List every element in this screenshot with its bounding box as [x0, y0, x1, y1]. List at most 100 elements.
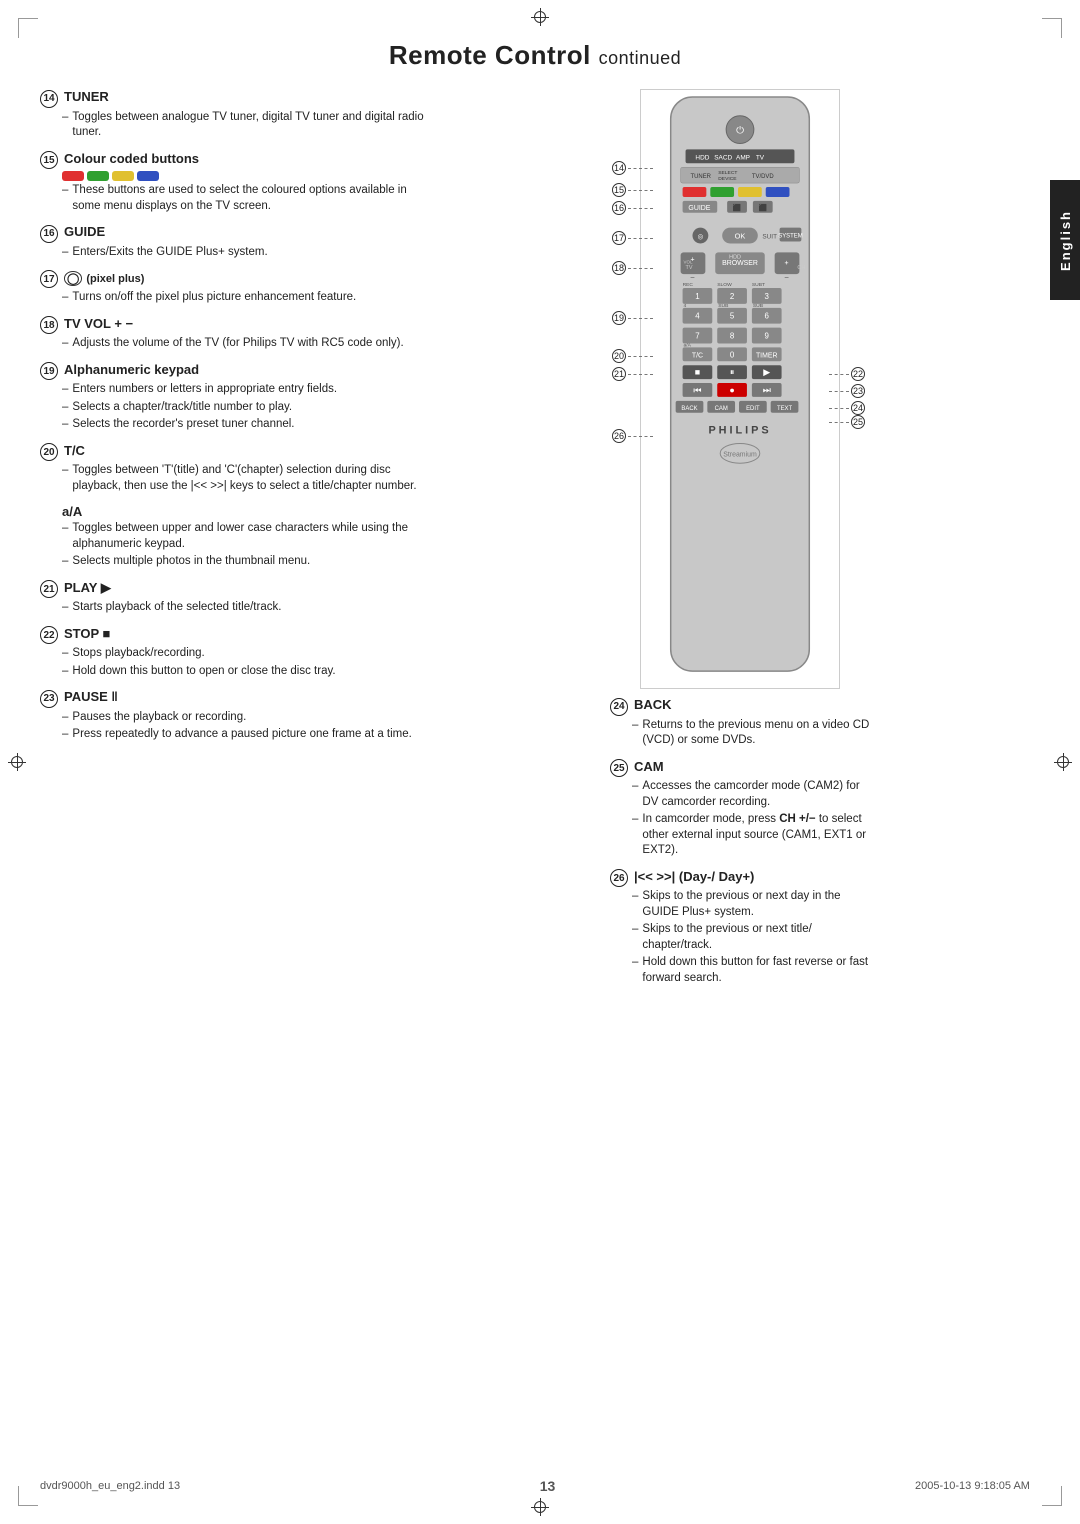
section-24: 24 BACK – Returns to the previous menu o… — [610, 697, 870, 749]
section-18-title: 18 TV VOL + − — [40, 316, 430, 335]
annotation-21: 21 — [612, 367, 653, 381]
corner-mark-br — [1042, 1486, 1062, 1506]
bullet-24-1: – Returns to the previous menu on a vide… — [632, 718, 870, 749]
svg-text:SUB: SUB — [718, 303, 729, 309]
title-23: PAUSE ‖ — [64, 689, 118, 704]
page-content: Remote Control continued 14 TUNER – Togg… — [40, 40, 1030, 1484]
title-15: Colour coded buttons — [64, 151, 199, 166]
svg-text:CH: CH — [797, 265, 805, 271]
svg-text:TIMER: TIMER — [756, 352, 778, 359]
annotation-14: 14 — [612, 161, 653, 175]
svg-text:SUBT: SUBT — [752, 282, 765, 288]
bullet-26-2: – Skips to the previous or next title/ c… — [632, 922, 870, 953]
svg-text:BACK: BACK — [681, 406, 697, 412]
section-20-body: – Toggles between 'T'(title) and 'C'(cha… — [62, 463, 430, 494]
bullet-aA-2: – Selects multiple photos in the thumbna… — [62, 554, 430, 570]
bullet-16-1: – Enters/Exits the GUIDE Plus+ system. — [62, 245, 430, 261]
svg-text:SELECT: SELECT — [718, 170, 737, 176]
svg-text:a/A: a/A — [684, 342, 692, 348]
svg-text:8: 8 — [730, 332, 735, 341]
section-14: 14 TUNER – Toggles between analogue TV t… — [40, 89, 430, 141]
bullet-15-1: – These buttons are used to select the c… — [62, 183, 430, 214]
svg-text:⏸: ⏸ — [730, 367, 734, 377]
svg-text:SACD: SACD — [714, 154, 732, 161]
section-14-body: – Toggles between analogue TV tuner, dig… — [62, 110, 430, 141]
svg-text:SLOW: SLOW — [717, 282, 732, 288]
annotation-26: 26 — [612, 429, 653, 443]
svg-text:0: 0 — [730, 350, 735, 359]
bullet-25-2: – In camcorder mode, press CH +/− to sel… — [632, 812, 870, 859]
annotation-18: 18 — [612, 261, 653, 275]
svg-text:REC: REC — [683, 282, 694, 288]
title-26: |<< >>| (Day-/ Day+) — [634, 869, 754, 884]
num-17: 17 — [40, 270, 58, 288]
svg-text:⬛: ⬛ — [733, 203, 742, 212]
svg-text:HDD: HDD — [729, 254, 741, 260]
english-tab-label: English — [1058, 210, 1073, 271]
corner-mark-bl — [18, 1486, 38, 1506]
section-19-body: – Enters numbers or letters in appropria… — [62, 382, 430, 433]
title-19: Alphanumeric keypad — [64, 362, 199, 377]
colour-buttons — [62, 171, 430, 181]
section-23: 23 PAUSE ‖ – Pauses the playback or reco… — [40, 689, 430, 743]
corner-mark-tl — [18, 18, 38, 38]
svg-text:+: + — [785, 260, 789, 267]
svg-text:OK: OK — [735, 232, 746, 241]
num-18: 18 — [40, 316, 58, 334]
section-17-body: – Turns on/off the pixel plus picture en… — [62, 290, 430, 306]
svg-text:⬛: ⬛ — [758, 203, 767, 212]
reg-mark-top — [531, 8, 549, 26]
section-23-body: – Pauses the playback or recording. – Pr… — [62, 710, 430, 743]
svg-text:VOL: VOL — [684, 259, 693, 264]
title-14: TUNER — [64, 89, 109, 104]
red-button — [62, 171, 84, 181]
num-15: 15 — [40, 151, 58, 169]
section-26: 26 |<< >>| (Day-/ Day+) – Skips to the p… — [610, 869, 870, 987]
section-16-title: 16 GUIDE — [40, 224, 430, 243]
annotation-17: 17 — [612, 231, 653, 245]
bullet-19-2: – Selects a chapter/track/title number t… — [62, 400, 430, 416]
section-19-title: 19 Alphanumeric keypad — [40, 362, 430, 381]
section-20: 20 T/C – Toggles between 'T'(title) and … — [40, 443, 430, 495]
bullet-18-1: – Adjusts the volume of the TV (for Phil… — [62, 336, 430, 352]
english-tab: English — [1050, 180, 1080, 300]
section-25-body: – Accesses the camcorder mode (CAM2) for… — [632, 779, 870, 859]
section-18: 18 TV VOL + − – Adjusts the volume of th… — [40, 316, 430, 352]
section-15: 15 Colour coded buttons – These buttons … — [40, 151, 430, 215]
bullet-26-1: – Skips to the previous or next day in t… — [632, 889, 870, 920]
title-16: GUIDE — [64, 224, 105, 239]
bullet-14-1: – Toggles between analogue TV tuner, dig… — [62, 110, 430, 141]
section-24-body: – Returns to the previous menu on a vide… — [632, 718, 870, 749]
reg-mark-right — [1054, 753, 1072, 771]
section-15-body: – These buttons are used to select the c… — [62, 183, 430, 214]
annotation-19: 19 — [612, 311, 653, 325]
svg-text:⏮: ⏮ — [693, 385, 701, 395]
footer-left: dvdr9000h_eu_eng2.indd 13 — [40, 1480, 180, 1492]
svg-text:3: 3 — [765, 292, 770, 301]
section-17-title: 17 ◯ (pixel plus) — [40, 270, 430, 288]
reg-mark-left — [8, 753, 26, 771]
annotation-24: 24 — [829, 401, 865, 415]
bullet-21-1: – Starts playback of the selected title/… — [62, 600, 430, 616]
title-17-icon: ◯ — [64, 271, 82, 286]
svg-text:PHILIPS: PHILIPS — [708, 425, 771, 437]
svg-text:−: − — [784, 273, 789, 282]
section-17: 17 ◯ (pixel plus) – Turns on/off the pix… — [40, 270, 430, 306]
section-aA: a/A – Toggles between upper and lower ca… — [40, 504, 430, 570]
title-aA: a/A — [62, 504, 430, 519]
bullet-17-1: – Turns on/off the pixel plus picture en… — [62, 290, 430, 306]
section-21-body: – Starts playback of the selected title/… — [62, 600, 430, 616]
left-column: 14 TUNER – Toggles between analogue TV t… — [40, 89, 430, 996]
bullet-19-3: – Selects the recorder's preset tuner ch… — [62, 417, 430, 433]
section-18-body: – Adjusts the volume of the TV (for Phil… — [62, 336, 430, 352]
section-16: 16 GUIDE – Enters/Exits the GUIDE Plus+ … — [40, 224, 430, 260]
section-26-title: 26 |<< >>| (Day-/ Day+) — [610, 869, 870, 888]
svg-text:■: ■ — [695, 367, 700, 377]
svg-text:SUIT: SUIT — [762, 234, 777, 241]
svg-text:TUNER: TUNER — [691, 174, 712, 180]
annotation-23: 23 — [829, 384, 865, 398]
svg-text:◎: ◎ — [698, 234, 704, 241]
svg-text:DEVICE: DEVICE — [718, 176, 737, 182]
reg-mark-bottom — [531, 1498, 549, 1516]
section-25: 25 CAM – Accesses the camcorder mode (CA… — [610, 759, 870, 859]
